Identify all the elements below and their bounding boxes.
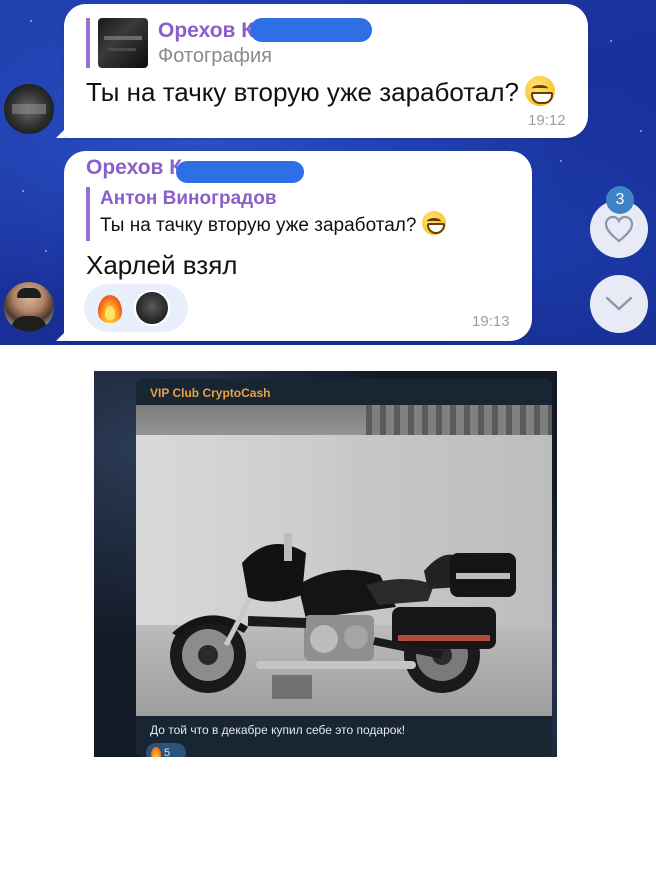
heart-icon — [604, 215, 634, 243]
message-text-content: Ты на тачку вторую уже заработал? — [86, 77, 519, 107]
post-caption: До той что в декабре купил себе это пода… — [150, 723, 406, 737]
reply-photo-thumbnail — [98, 18, 148, 68]
chat-screenshot: Орехов К Фотография Ты на тачку вторую у… — [0, 0, 656, 345]
redaction-mark — [250, 18, 372, 42]
background-star — [22, 190, 24, 192]
channel-post-screenshot: VIP Club CryptoCash До той что в декабре… — [94, 371, 557, 757]
chevron-down-icon — [605, 296, 633, 311]
message-text: Ты на тачку вторую уже заработал? — [86, 76, 555, 108]
sender-name[interactable]: Орехов К — [86, 155, 182, 181]
message-bubble[interactable]: Орехов К Фотография Ты на тачку вторую у… — [64, 4, 588, 138]
redaction-mark — [176, 161, 304, 183]
grinning-emoji-icon — [422, 211, 447, 235]
reactions-bar[interactable] — [84, 284, 188, 332]
reaction-count: 5 — [164, 747, 171, 757]
fire-reaction-icon[interactable] — [98, 293, 122, 323]
avatar[interactable] — [4, 282, 54, 332]
post-reaction-button[interactable]: 5 — [146, 743, 186, 757]
motorcycle-illustration — [170, 533, 516, 693]
message-time: 19:13 — [472, 313, 510, 330]
reply-preview[interactable]: Антон Виноградов Ты на тачку вторую уже … — [86, 187, 447, 241]
reply-quote-text: Ты на тачку вторую уже заработал? — [100, 215, 417, 236]
photo-ceiling-beam — [366, 405, 552, 435]
message-time: 19:12 — [528, 112, 566, 129]
fire-reaction-icon — [151, 746, 161, 757]
background-star — [30, 20, 32, 22]
background-star — [610, 40, 612, 42]
background-star — [45, 250, 47, 252]
unread-badge: 3 — [606, 186, 634, 214]
scroll-down-button[interactable] — [590, 275, 648, 333]
background-star — [560, 160, 562, 162]
message-bubble[interactable]: Орехов К Антон Виноградов Ты на тачку вт… — [64, 151, 532, 341]
background-star — [640, 130, 642, 132]
reactor-avatar — [134, 290, 170, 326]
avatar[interactable] — [4, 84, 54, 134]
motorcycle-photo[interactable] — [136, 405, 552, 716]
reply-preview[interactable]: Орехов К Фотография — [86, 18, 272, 68]
grinning-emoji-icon — [525, 76, 555, 106]
reply-media-type: Фотография — [158, 45, 272, 67]
reply-sender-name: Антон Виноградов — [100, 188, 277, 209]
channel-name[interactable]: VIP Club CryptoCash — [150, 386, 270, 400]
reply-quote: Ты на тачку вторую уже заработал? — [100, 211, 447, 240]
message-text: Харлей взял — [86, 250, 238, 280]
